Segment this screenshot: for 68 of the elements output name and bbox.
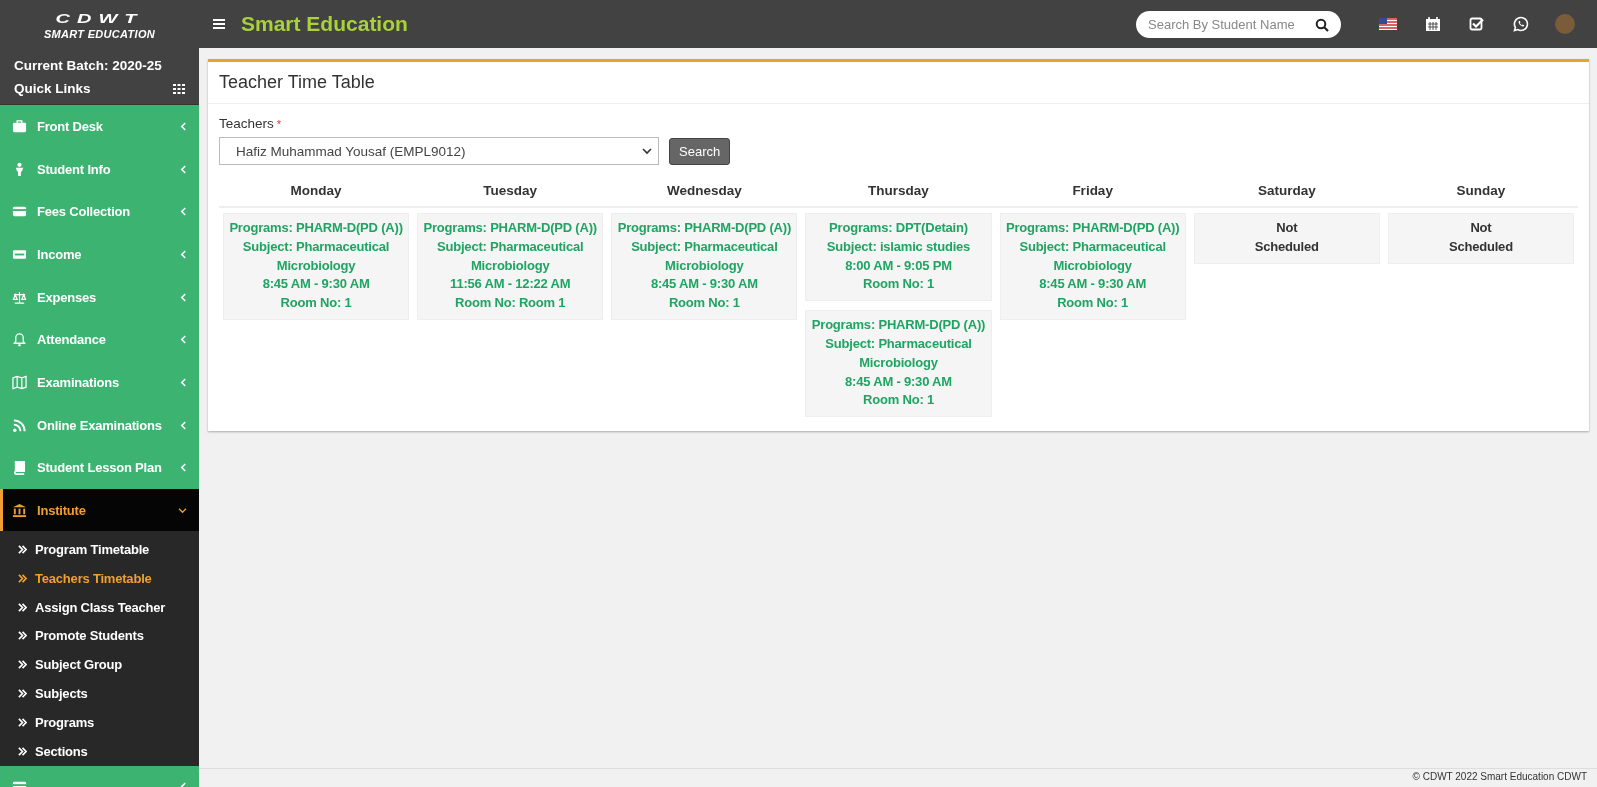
sidebar-item[interactable]: Institute [0, 489, 199, 532]
chevron-left-icon [180, 249, 187, 259]
day-header: Thursday [801, 183, 996, 208]
double-chevron-icon [18, 689, 27, 699]
chevron-left-icon [180, 377, 187, 387]
not-scheduled-entry: Not Scheduled [1387, 213, 1574, 264]
double-chevron-icon [18, 717, 27, 727]
submenu-item[interactable]: Subjects [0, 679, 199, 708]
double-chevron-icon [18, 573, 27, 583]
chevron-left-icon [180, 292, 187, 302]
double-chevron-icon [18, 631, 27, 641]
current-batch: Current Batch: 2020-25 [14, 58, 163, 73]
required-mark: * [276, 118, 282, 130]
chevron-down-icon [178, 506, 187, 514]
bank-icon [12, 502, 27, 518]
briefcase-icon [12, 118, 27, 134]
calendar-icon[interactable] [1425, 16, 1441, 32]
submenu-item[interactable]: Promote Students [0, 621, 199, 651]
class-entry: Programs: PHARM-D(PD (A)) Subject: Pharmaceutical Microbiology 8:45 AM - 9:30 AM Room No: 1 [805, 310, 992, 418]
book-icon [12, 460, 27, 476]
scale-icon [12, 289, 27, 305]
class-entry: Programs: PHARM-D(PD (A)) Subject: Pharmaceutical Microbiology 8:45 AM - 9:30 AM Room No: 1 [999, 213, 1186, 320]
submenu-item[interactable]: Program Timetable [0, 535, 199, 564]
field-label: Teachers [219, 116, 274, 131]
teacher-dropdown[interactable]: Hafiz Muhammad Yousaf (EMPL9012) [219, 137, 659, 165]
chevron-left-icon [180, 121, 187, 131]
day-header: Wednesday [607, 183, 802, 208]
search-button[interactable]: Search [669, 137, 731, 165]
chevron-left-icon [180, 164, 187, 174]
class-entry: Programs: DPT(Detain) Subject: islamic studies 8:00 AM - 9:05 PM Room No: 1 [805, 213, 992, 302]
class-entry: Programs: PHARM-D(PD (A)) Subject: Pharmaceutical Microbiology 8:45 AM - 9:30 AM Room No: 1 [611, 213, 798, 320]
day-header: Sunday [1383, 183, 1578, 208]
double-chevron-icon [18, 602, 27, 612]
rss-icon [12, 417, 27, 433]
double-chevron-icon [18, 746, 27, 756]
chevron-left-icon [180, 463, 187, 473]
submenu-item[interactable]: Sections [0, 736, 199, 766]
chevron-left-icon [180, 420, 187, 430]
class-entry: Programs: PHARM-D(PD (A)) Subject: Pharmaceutical Microbiology 11:56 AM - 12:22 AM Room No: Room 1 [417, 213, 604, 320]
chat-phone-icon[interactable] [1513, 16, 1529, 32]
day-header: Monday [219, 183, 414, 208]
map-icon [12, 374, 27, 390]
search-icon[interactable] [1315, 17, 1329, 32]
grid-icon[interactable] [173, 83, 185, 94]
app-title: Smart Education [241, 12, 408, 36]
day-header: Tuesday [413, 183, 608, 208]
flag-icon[interactable] [1379, 18, 1397, 30]
double-chevron-icon [18, 660, 27, 670]
logo: CDWT SMART EDUCATION [42, 10, 156, 40]
footer-text: © CDWT 2022 Smart Education CDWT [1412, 771, 1587, 782]
submenu-item[interactable]: Programs [0, 707, 199, 737]
chevron-left-icon [180, 207, 187, 217]
class-entry: Programs: PHARM-D(PD (A)) Subject: Pharmaceutical Microbiology 8:45 AM - 9:30 AM Room No: 1 [223, 213, 410, 320]
panel-title: Teacher Time Table [219, 72, 375, 92]
day-header: Saturday [1189, 183, 1384, 208]
bell-icon [12, 332, 27, 348]
day-header: Friday [995, 183, 1190, 208]
chevron-down-icon [642, 147, 652, 155]
submenu-item[interactable]: Assign Class Teacher [0, 592, 199, 622]
submenu-item[interactable]: Teachers Timetable [0, 564, 199, 593]
submenu-item[interactable]: Subject Group [0, 650, 199, 680]
quick-links[interactable]: Quick Links [14, 81, 91, 96]
menu-icon[interactable] [213, 19, 225, 29]
not-scheduled-entry: Not Scheduled [1193, 213, 1380, 264]
chevron-left-icon [180, 335, 187, 345]
checkbox-icon[interactable] [1469, 16, 1485, 32]
double-chevron-icon [18, 545, 27, 555]
search-field[interactable]: Search By Student Name [1136, 10, 1341, 38]
